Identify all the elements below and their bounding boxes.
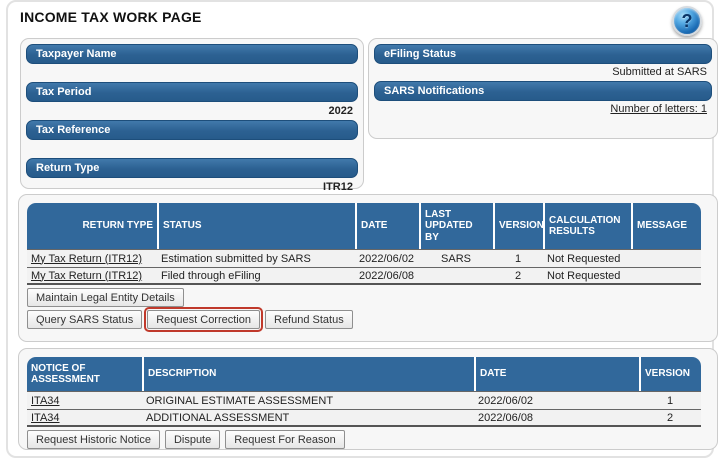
ita34-link[interactable]: ITA34 — [31, 412, 60, 424]
version-cell: 1 — [493, 250, 543, 267]
status-cell: Filed through eFiling — [157, 268, 355, 283]
table-row: ITA34 ORIGINAL ESTIMATE ASSESSMENT 2022/… — [27, 391, 701, 409]
col-version: VERSION — [639, 357, 701, 391]
notices-table-header: NOTICE OF ASSESSMENT DESCRIPTION DATE VE… — [27, 357, 701, 391]
tax-period-value: 2022 — [31, 103, 353, 119]
version-cell: 2 — [639, 410, 701, 425]
tax-reference-section: Tax Reference — [21, 120, 363, 157]
version-cell: 1 — [639, 392, 701, 409]
message-cell — [631, 250, 701, 267]
col-date: DATE — [355, 203, 419, 249]
table-row: My Tax Return (ITR12) Filed through eFil… — [27, 267, 701, 285]
col-last-updated: LAST UPDATED BY — [419, 203, 493, 249]
returns-table-header: RETURN TYPE STATUS DATE LAST UPDATED BY … — [27, 203, 701, 249]
refund-status-button[interactable]: Refund Status — [265, 310, 353, 329]
request-correction-button[interactable]: Request Correction — [147, 310, 260, 329]
calc-cell: Not Requested — [543, 268, 631, 283]
col-version: VERSION — [493, 203, 543, 249]
returns-panel: RETURN TYPE STATUS DATE LAST UPDATED BY … — [18, 194, 718, 342]
request-for-reason-button[interactable]: Request For Reason — [225, 430, 345, 449]
updated-cell: SARS — [419, 250, 493, 267]
maintain-legal-entity-button[interactable]: Maintain Legal Entity Details — [27, 288, 184, 307]
page-title: INCOME TAX WORK PAGE — [20, 9, 202, 25]
calc-cell: Not Requested — [543, 250, 631, 267]
efiling-status-panel: eFiling Status Submitted at SARS SARS No… — [368, 38, 718, 139]
col-message: MESSAGE — [631, 203, 701, 249]
status-cell: Estimation submitted by SARS — [157, 250, 355, 267]
date-cell: 2022/06/02 — [355, 250, 419, 267]
updated-cell — [419, 268, 493, 283]
work-page-frame: INCOME TAX WORK PAGE ? Taxpayer Name Tax… — [6, 0, 714, 458]
taxpayer-info-panel: Taxpayer Name Tax Period 2022 Tax Refere… — [20, 38, 364, 189]
col-notice-of-assessment: NOTICE OF ASSESSMENT — [27, 357, 142, 391]
tax-reference-value — [31, 141, 353, 157]
my-tax-return-link[interactable]: My Tax Return (ITR12) — [31, 270, 142, 282]
taxpayer-name-value — [31, 65, 353, 81]
taxpayer-name-header: Taxpayer Name — [26, 44, 358, 64]
date-cell: 2022/06/08 — [474, 410, 639, 425]
col-status: STATUS — [157, 203, 355, 249]
return-type-header: Return Type — [26, 158, 358, 178]
date-cell: 2022/06/02 — [474, 392, 639, 409]
col-return-type: RETURN TYPE — [27, 203, 157, 249]
return-type-value: ITR12 — [31, 179, 353, 195]
my-tax-return-link[interactable]: My Tax Return (ITR12) — [31, 253, 142, 265]
dispute-button[interactable]: Dispute — [165, 430, 220, 449]
query-sars-status-button[interactable]: Query SARS Status — [27, 310, 142, 329]
tax-period-section: Tax Period 2022 — [21, 82, 363, 119]
tax-reference-header: Tax Reference — [26, 120, 358, 140]
ita34-link[interactable]: ITA34 — [31, 395, 60, 407]
notices-table: NOTICE OF ASSESSMENT DESCRIPTION DATE VE… — [27, 357, 701, 449]
col-date: DATE — [474, 357, 639, 391]
message-cell — [631, 268, 701, 283]
tax-period-header: Tax Period — [26, 82, 358, 102]
sars-notifications-section: SARS Notifications Number of letters: 1 — [369, 81, 717, 117]
table-row: ITA34 ADDITIONAL ASSESSMENT 2022/06/08 2 — [27, 409, 701, 427]
table-row: My Tax Return (ITR12) Estimation submitt… — [27, 249, 701, 267]
request-historic-notice-button[interactable]: Request Historic Notice — [27, 430, 160, 449]
help-icon[interactable]: ? — [672, 6, 702, 36]
description-cell: ORIGINAL ESTIMATE ASSESSMENT — [142, 392, 474, 409]
efiling-status-value: Submitted at SARS — [379, 64, 707, 80]
number-of-letters-link[interactable]: Number of letters: 1 — [610, 103, 707, 115]
returns-table: RETURN TYPE STATUS DATE LAST UPDATED BY … — [27, 203, 701, 329]
col-calc-results: CALCULATION RESULTS — [543, 203, 631, 249]
efiling-status-section: eFiling Status Submitted at SARS — [369, 44, 717, 80]
notices-panel: NOTICE OF ASSESSMENT DESCRIPTION DATE VE… — [18, 348, 718, 450]
col-description: DESCRIPTION — [142, 357, 474, 391]
version-cell: 2 — [493, 268, 543, 283]
sars-notifications-header: SARS Notifications — [374, 81, 712, 101]
efiling-status-header: eFiling Status — [374, 44, 712, 64]
description-cell: ADDITIONAL ASSESSMENT — [142, 410, 474, 425]
date-cell: 2022/06/08 — [355, 268, 419, 283]
return-type-section: Return Type ITR12 — [21, 158, 363, 195]
taxpayer-name-section: Taxpayer Name — [21, 44, 363, 81]
